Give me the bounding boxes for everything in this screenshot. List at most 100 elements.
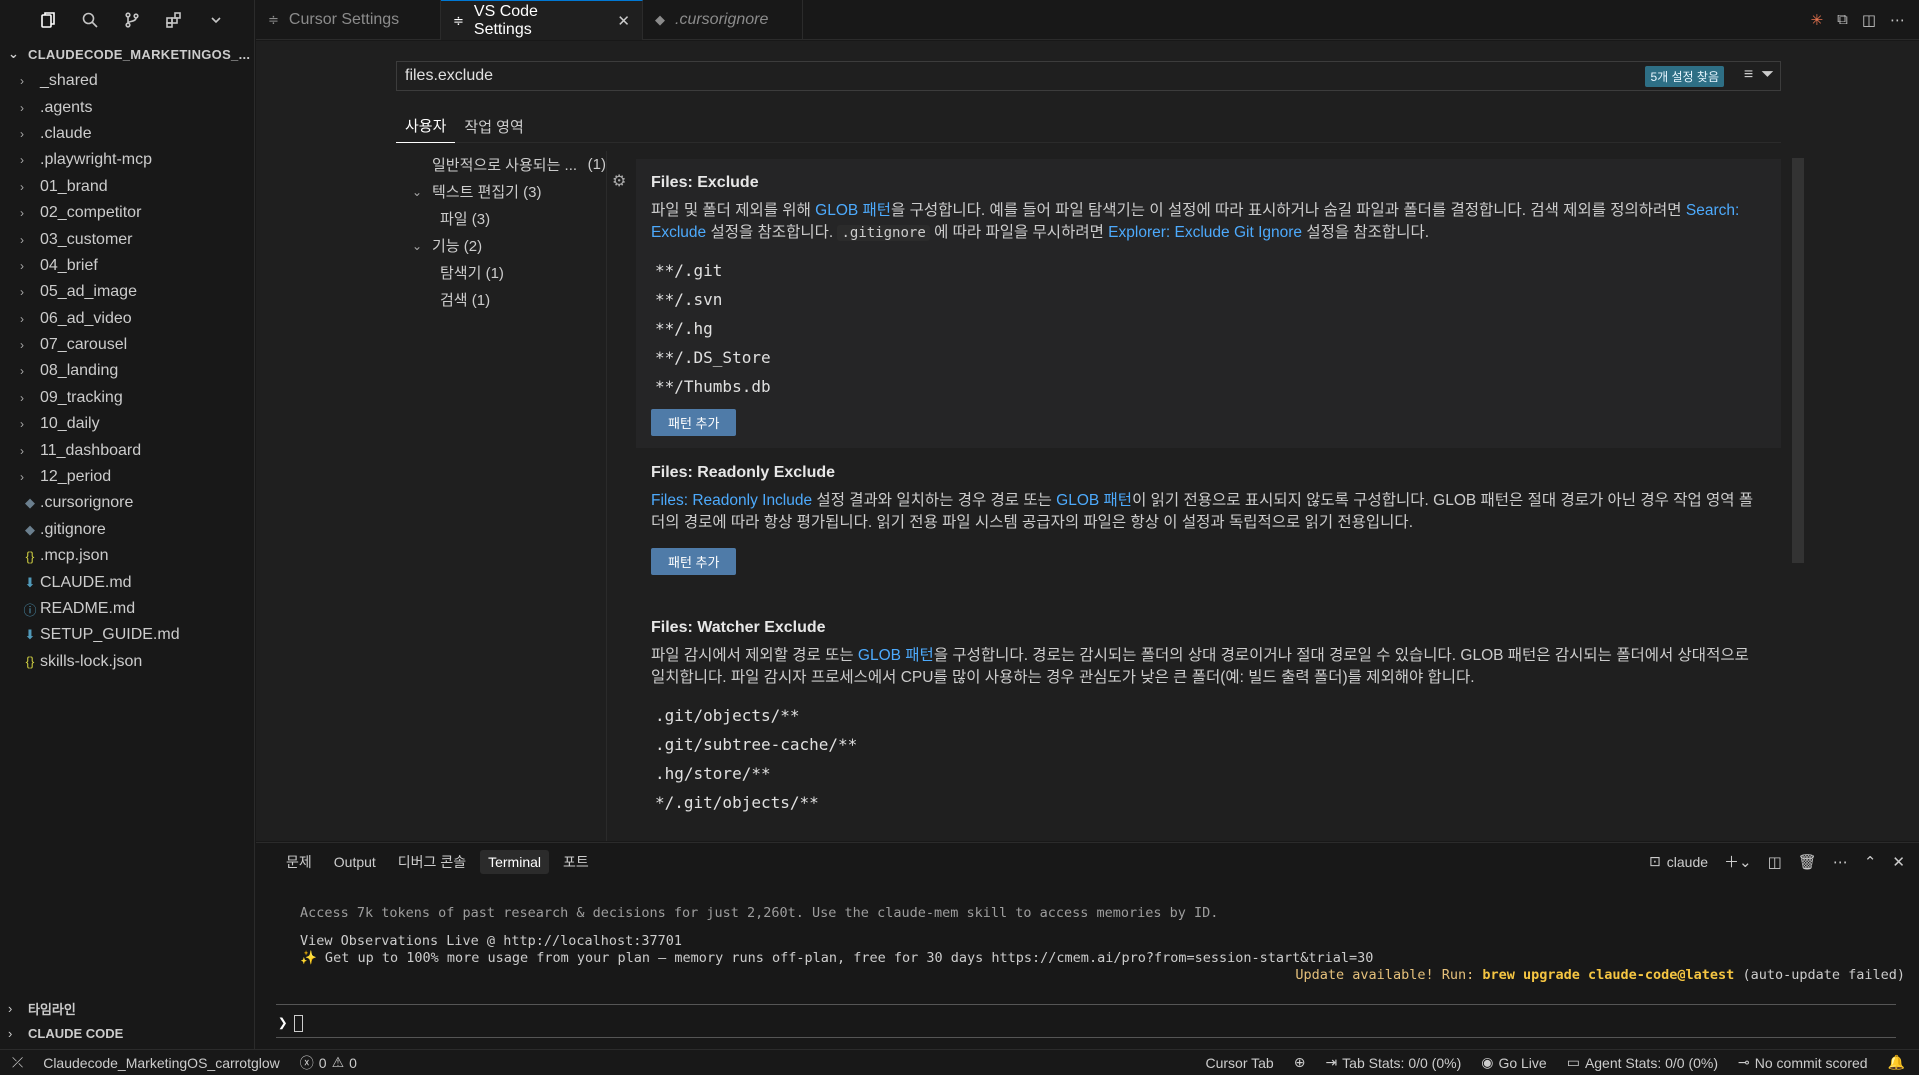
tree-item-label: 02_competitor [40,204,142,222]
terminal-output[interactable]: Access 7k tokens of past research & deci… [276,893,1911,984]
pattern-item[interactable]: .hg/store/** [651,759,1766,788]
maximize-panel-icon[interactable]: ⌃ [1864,853,1877,871]
explorer-folder-header[interactable]: ⌄ CLAUDECODE_MARKETINGOS_... [0,40,254,68]
remote-indicator[interactable]: ⤫ [0,1054,33,1071]
terminal-prompt[interactable]: ❯ [278,1013,303,1032]
toc-item-search[interactable]: 검색 (1) [396,286,606,313]
tree-folder[interactable]: › 07_carousel [0,332,254,358]
workspace-name[interactable]: Claudecode_MarketingOS_carrotglow [33,1055,290,1071]
tab-workspace[interactable]: 작업 영역 [455,109,532,143]
agent-stats[interactable]: ▭ Agent Stats: 0/0 (0%) [1557,1054,1728,1071]
close-icon[interactable]: ✕ [1892,853,1905,871]
new-terminal-icon[interactable]: ＋⌄ [1724,851,1752,872]
toc-item-common[interactable]: 일반적으로 사용되는 ... (1) [396,151,606,178]
explorer-exclude-git-ignore-link[interactable]: Explorer: Exclude Git Ignore [1108,224,1302,241]
commit-icon: ⊸ [1738,1054,1750,1070]
tab-ports[interactable]: 포트 [555,848,597,876]
tree-file[interactable]: {} .mcp.json [0,543,254,569]
tree-folder[interactable]: › .agents [0,94,254,120]
tree-folder[interactable]: › 02_competitor [0,200,254,226]
pattern-item[interactable]: **/.git [651,256,1766,285]
tab-user[interactable]: 사용자 [396,109,456,143]
tree-folder[interactable]: › 11_dashboard [0,437,254,463]
tree-file[interactable]: ⬇ SETUP_GUIDE.md [0,622,254,648]
toc-item-features[interactable]: ⌄ 기능 (2) [396,232,606,259]
desc-text: 파일 감시에서 제외할 경로 또는 [651,647,858,664]
pattern-item[interactable]: .git/subtree-cache/** [651,730,1766,759]
tree-folder[interactable]: › 04_brief [0,253,254,279]
tree-file[interactable]: {} skills-lock.json [0,649,254,675]
tab-output[interactable]: Output [326,850,384,874]
explorer-icon[interactable] [38,10,58,30]
settings-search-input[interactable]: files.exclude 5개 설정 찾음 ≡ ⏷ [396,61,1781,91]
extensions-icon[interactable] [164,10,184,30]
zoom-icon[interactable]: ⊕ [1284,1054,1316,1071]
toc-item-text-editor[interactable]: ⌄ 텍스트 편집기 (3) [396,178,606,205]
tree-folder[interactable]: › 03_customer [0,226,254,252]
tree-file[interactable]: ⓘ README.md [0,596,254,622]
filter-icon[interactable]: ⏷ [1761,66,1774,84]
claude-icon[interactable]: ✳ [1811,11,1824,29]
close-icon[interactable]: ✕ [617,12,630,30]
go-live-button[interactable]: ◉ Go Live [1471,1054,1556,1071]
tree-file[interactable]: ◆ .gitignore [0,517,254,543]
tab-problems[interactable]: 문제 [278,848,320,876]
open-changes-icon[interactable]: ⧉ [1837,11,1848,28]
tab-debug-console[interactable]: 디버그 콘솔 [390,848,474,876]
timeline-section[interactable]: › 타임라인 [0,995,255,1021]
glob-pattern-link[interactable]: GLOB 패턴 [858,647,934,664]
tree-file[interactable]: ◆ .cursorignore [0,490,254,516]
tab-stats[interactable]: ⇥ Tab Stats: 0/0 (0%) [1315,1054,1471,1071]
bell-icon[interactable]: 🔔 [1878,1054,1919,1071]
editor-scrollbar[interactable] [1792,158,1804,563]
tree-item-label: _shared [40,72,98,90]
split-terminal-icon[interactable]: ◫ [1768,853,1782,871]
settings-toc: 일반적으로 사용되는 ... (1) ⌄ 텍스트 편집기 (3) 파일 (3) … [396,151,606,313]
tree-folder[interactable]: › 05_ad_image [0,279,254,305]
tree-folder[interactable]: › 09_tracking [0,385,254,411]
tree-file[interactable]: ⬇ CLAUDE.md [0,569,254,595]
add-pattern-button[interactable]: 패턴 추가 [651,409,737,436]
tree-folder[interactable]: › 06_ad_video [0,306,254,332]
pattern-item[interactable]: **/.hg [651,314,1766,343]
tab-label: .cursorignore [675,11,769,28]
chevron-right-icon: › [20,179,24,194]
terminal-selector[interactable]: ⊡ claude [1649,853,1708,870]
toc-item-files[interactable]: 파일 (3) [396,205,606,232]
tree-folder[interactable]: › _shared [0,68,254,94]
tab-cursorignore[interactable]: ◆ .cursorignore [643,0,803,40]
pattern-item[interactable]: **/.DS_Store [651,343,1766,372]
setting-description: 파일 및 폴더 제외를 위해 GLOB 패턴을 구성합니다. 예를 들어 파일 … [651,200,1766,244]
more-actions-icon[interactable]: ⋯ [1890,11,1905,29]
problems-indicator[interactable]: ⓧ 0 ⚠ 0 [290,1053,367,1073]
add-pattern-button[interactable]: 패턴 추가 [651,548,737,575]
tree-folder[interactable]: › 01_brand [0,174,254,200]
glob-pattern-link[interactable]: GLOB 패턴 [815,202,891,219]
claude-code-section[interactable]: › CLAUDE CODE [0,1020,255,1046]
pattern-item[interactable]: **/.svn [651,285,1766,314]
clear-filter-icon[interactable]: ≡ [1744,66,1753,84]
split-editor-icon[interactable]: ◫ [1862,11,1876,29]
glob-pattern-link[interactable]: GLOB 패턴 [1056,492,1132,509]
toc-item-explorer[interactable]: 탐색기 (1) [396,259,606,286]
trash-icon[interactable]: 🗑 [1798,853,1817,871]
tree-folder[interactable]: › .claude [0,121,254,147]
tree-folder[interactable]: › 10_daily [0,411,254,437]
tree-folder[interactable]: › .playwright-mcp [0,147,254,173]
source-control-icon[interactable] [122,10,142,30]
chevron-down-icon[interactable] [206,10,226,30]
tab-cursor-settings[interactable]: ≑ Cursor Settings [256,0,441,40]
gear-icon[interactable]: ⚙ [612,171,626,191]
tab-terminal[interactable]: Terminal [480,850,549,874]
pattern-item[interactable]: .git/objects/** [651,701,1766,730]
readonly-include-link[interactable]: Files: Readonly Include [651,492,812,509]
tab-vscode-settings[interactable]: ≑ VS Code Settings ✕ [441,0,643,40]
pattern-item[interactable]: */.git/objects/** [651,788,1766,817]
tree-folder[interactable]: › 12_period [0,464,254,490]
cursor-tab-status[interactable]: Cursor Tab [1195,1055,1283,1071]
more-actions-icon[interactable]: ⋯ [1833,853,1848,871]
pattern-item[interactable]: **/Thumbs.db [651,372,1766,401]
tree-folder[interactable]: › 08_landing [0,358,254,384]
search-icon[interactable] [80,10,100,30]
commit-score[interactable]: ⊸ No commit scored [1728,1054,1878,1071]
